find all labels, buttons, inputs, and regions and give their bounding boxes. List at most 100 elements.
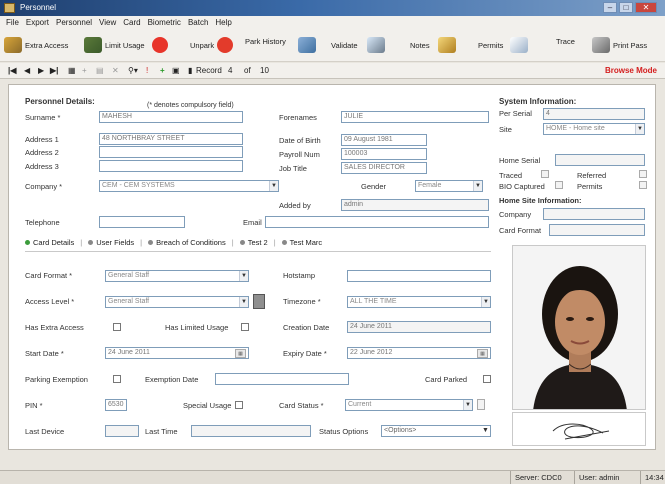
unpark-button[interactable]: Unpark	[190, 37, 234, 53]
limit-usage-button[interactable]: Limit Usage	[84, 37, 145, 53]
referred-checkbox[interactable]	[639, 170, 647, 178]
next-record-icon[interactable]: ▶	[38, 66, 44, 75]
close-button[interactable]: ✕	[635, 2, 657, 13]
chevron-down-icon[interactable]: ▼	[239, 271, 248, 281]
tab-breach-of-conditions[interactable]: Breach of Conditions	[148, 238, 226, 247]
company-select[interactable]: CEM - CEM SYSTEMS ▼	[99, 180, 279, 192]
cardformat-select[interactable]: General Staff ▼	[105, 270, 249, 282]
chevron-down-icon[interactable]: ▼	[635, 124, 644, 134]
limited-usage-checkbox[interactable]	[241, 323, 249, 331]
add-icon[interactable]: +	[82, 66, 87, 75]
timezone-select[interactable]: ALL THE TIME ▼	[347, 296, 491, 308]
pin-input[interactable]: 6530	[105, 399, 127, 411]
alert-icon[interactable]: !	[146, 66, 148, 75]
grid-view-icon[interactable]: ▦	[68, 66, 76, 75]
last-record-icon[interactable]: ▶|	[50, 66, 58, 75]
tab-test-marc[interactable]: Test Marc	[281, 238, 322, 247]
tab-card-details[interactable]: Card Details	[25, 238, 74, 247]
add-person-icon[interactable]: +	[160, 66, 165, 75]
menu-export[interactable]: Export	[26, 18, 49, 27]
validate-icon	[298, 37, 316, 53]
permits-checkbox[interactable]	[639, 181, 647, 189]
chevron-down-icon[interactable]: ▼	[239, 297, 248, 307]
tab-user-fields[interactable]: User Fields	[88, 238, 134, 247]
tab-test-2[interactable]: Test 2	[239, 238, 268, 247]
chevron-down-icon[interactable]: ▼	[463, 400, 472, 410]
binoculars-icon[interactable]: ⚲▾	[128, 66, 138, 75]
delete-icon[interactable]: ✕	[112, 66, 119, 75]
perserial-label: Per Serial	[499, 109, 532, 118]
cardstatus-select[interactable]: Current ▼	[345, 399, 473, 411]
extra-access-label: Has Extra Access	[25, 323, 84, 332]
parking-exemption-checkbox[interactable]	[113, 375, 121, 383]
compulsory-note: (* denotes compulsory field)	[147, 102, 234, 109]
expirydate-input[interactable]: 22 June 2012	[347, 347, 491, 359]
home-cardformat-label: Card Format	[499, 226, 542, 235]
lastdevice-label: Last Device	[25, 427, 65, 436]
permits-button[interactable]: Permits	[478, 37, 529, 53]
address3-input[interactable]	[99, 160, 243, 172]
previous-record-icon[interactable]: ◀	[24, 66, 30, 75]
calendar-icon[interactable]: ▦	[477, 349, 488, 358]
chevron-down-icon[interactable]: ▼	[481, 297, 490, 307]
surname-input[interactable]: MAHESH	[99, 111, 243, 123]
tab-icon	[88, 240, 94, 245]
special-usage-checkbox[interactable]	[235, 401, 243, 409]
export-icon[interactable]: ▣	[172, 66, 180, 75]
forenames-input[interactable]: JULIE	[341, 111, 489, 123]
menu-view[interactable]: View	[99, 18, 116, 27]
exemptiondate-input[interactable]	[215, 373, 349, 385]
minimize-button[interactable]: –	[603, 2, 617, 13]
menu-biometric[interactable]: Biometric	[148, 18, 181, 27]
traced-checkbox[interactable]	[541, 170, 549, 178]
tab-bar: Card Details | User Fields | Breach of C…	[25, 238, 322, 247]
menu-file[interactable]: File	[6, 18, 19, 27]
gender-select[interactable]: Female ▼	[415, 180, 483, 192]
accesslevel-select[interactable]: General Staff ▼	[105, 296, 249, 308]
notes-button[interactable]: Notes	[410, 37, 456, 53]
menu-help[interactable]: Help	[215, 18, 231, 27]
tab-icon	[239, 240, 245, 245]
site-select[interactable]: HOME - Home site ▼	[543, 123, 645, 135]
maximize-button[interactable]: □	[619, 2, 633, 13]
trace-button[interactable]: Trace	[556, 37, 575, 46]
statusoptions-select[interactable]: <Options> ▼	[381, 425, 491, 437]
signature-box[interactable]	[512, 412, 646, 446]
extra-access-button[interactable]: Extra Access	[4, 37, 68, 53]
card-parked-checkbox[interactable]	[483, 375, 491, 383]
cardstatus-extra-box[interactable]	[477, 399, 485, 410]
calendar-icon[interactable]: ▦	[235, 349, 246, 358]
startdate-input[interactable]: 24 June 2011	[105, 347, 249, 359]
dob-input[interactable]: 09 August 1981	[341, 134, 427, 146]
address1-input[interactable]: 48 NORTHBRAY STREET	[99, 133, 243, 145]
telephone-input[interactable]	[99, 216, 185, 228]
dob-label: Date of Birth	[279, 136, 321, 145]
validate-button[interactable]: Validate	[298, 37, 385, 53]
bio-captured-checkbox[interactable]	[555, 181, 563, 189]
print-pass-button[interactable]: Print Pass	[592, 37, 647, 53]
homeserial-input	[555, 154, 645, 166]
address2-label: Address 2	[25, 148, 59, 157]
address2-input[interactable]	[99, 146, 243, 158]
payroll-input[interactable]: 100003	[341, 148, 427, 160]
email-input[interactable]	[265, 216, 489, 228]
jobtitle-input[interactable]: SALES DIRECTOR	[341, 162, 427, 174]
no-entry-button[interactable]	[152, 37, 168, 53]
hotstamp-input[interactable]	[347, 270, 491, 282]
calculator-icon[interactable]	[253, 294, 265, 309]
menu-personnel[interactable]: Personnel	[56, 18, 92, 27]
extra-access-checkbox[interactable]	[113, 323, 121, 331]
tab-divider	[25, 251, 491, 252]
first-record-icon[interactable]: |◀	[8, 66, 16, 75]
tab-icon	[148, 240, 154, 245]
personnel-photo[interactable]	[512, 245, 646, 410]
park-history-button[interactable]: Park History	[245, 37, 286, 46]
chevron-down-icon[interactable]: ▼	[473, 181, 482, 191]
edit-icon[interactable]: ▤	[96, 66, 104, 75]
menu-card[interactable]: Card	[123, 18, 140, 27]
chevron-down-icon[interactable]: ▼	[269, 181, 278, 191]
chevron-down-icon[interactable]: ▼	[481, 426, 490, 436]
menu-batch[interactable]: Batch	[188, 18, 208, 27]
main-toolbar: Extra Access Limit Usage Unpark Park His…	[0, 28, 665, 62]
personnel-details-header: Personnel Details:	[25, 97, 95, 106]
